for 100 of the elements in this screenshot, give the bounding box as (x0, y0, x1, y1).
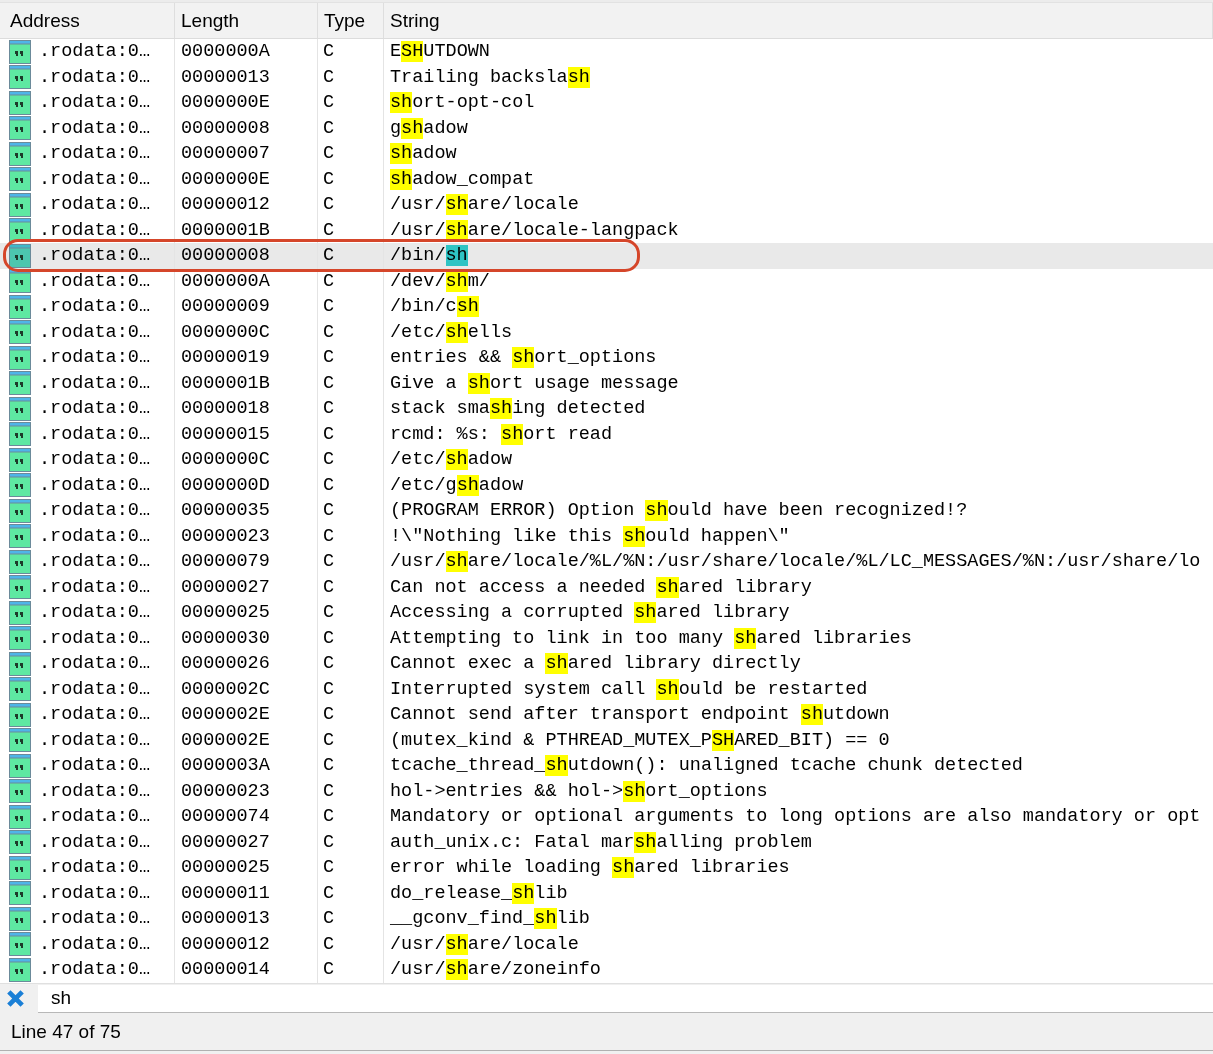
table-row[interactable]: .rodata:0… 0000000A C ESHUTDOWN (0, 39, 1213, 65)
type-cell-text: C (323, 626, 335, 651)
length-cell-text: 00000035 (181, 499, 270, 524)
table-row[interactable]: .rodata:0… 0000003A C tcache_thread_shutdown(): unaligned tcache chunk detected (0, 753, 1213, 779)
type-cell-text: C (323, 728, 335, 753)
table-row[interactable]: .rodata:0… 00000023 C !\"Nothing like this should happen\" (0, 523, 1213, 549)
type-cell-text: C (323, 295, 335, 320)
length-cell-text: 0000000D (181, 473, 270, 498)
type-cell-text: C (323, 167, 335, 192)
table-row[interactable]: .rodata:0… 00000025 C Accessing a corrupted shared library (0, 600, 1213, 626)
close-icon[interactable] (6, 989, 25, 1008)
string-cell-text: shadow (390, 142, 457, 167)
address-cell-text: .rodata:0… (39, 601, 151, 626)
quote-document-icon (9, 855, 31, 880)
table-row[interactable]: .rodata:0… 00000013 C __gconv_find_shlib (0, 906, 1213, 932)
table-row[interactable]: .rodata:0… 00000015 C rcmd: %s: short read (0, 421, 1213, 447)
quote-document-icon (9, 728, 31, 753)
table-row[interactable]: .rodata:0… 00000035 C (PROGRAM ERROR) Option should have been recognized!? (0, 498, 1213, 524)
length-cell-text: 0000002E (181, 703, 270, 728)
length-cell-text: 00000027 (181, 575, 270, 600)
quote-document-icon (9, 549, 31, 574)
table-row[interactable]: .rodata:0… 00000026 C Cannot exec a shared library directly (0, 651, 1213, 677)
type-cell-text: C (323, 116, 335, 141)
column-header[interactable]: Length (181, 9, 240, 32)
table-row[interactable]: .rodata:0… 00000013 C Trailing backslash (0, 64, 1213, 90)
length-cell-text: 00000018 (181, 397, 270, 422)
address-cell-text: .rodata:0… (39, 881, 151, 906)
table-row[interactable]: .rodata:0… 0000001B C Give a short usage message (0, 370, 1213, 396)
table-row[interactable]: .rodata:0… 00000019 C entries && short_options (0, 345, 1213, 371)
address-cell-text: .rodata:0… (39, 907, 151, 932)
table-row[interactable]: .rodata:0… 0000000A C /dev/shm/ (0, 268, 1213, 294)
length-cell-text: 00000007 (181, 142, 270, 167)
string-cell-text: !\"Nothing like this should happen\" (390, 524, 790, 549)
address-cell-text: .rodata:0… (39, 932, 151, 957)
table-row[interactable]: .rodata:0… 0000000E C short-opt-col (0, 90, 1213, 116)
string-cell-text: /usr/share/locale-langpack (390, 218, 679, 243)
address-cell-text: .rodata:0… (39, 856, 151, 881)
string-cell-text: ESHUTDOWN (390, 40, 490, 65)
table-row[interactable]: .rodata:0… 0000000E C shadow_compat (0, 166, 1213, 192)
table-row[interactable]: .rodata:0… 00000008 C gshadow (0, 115, 1213, 141)
string-cell-text: auth_unix.c: Fatal marshalling problem (390, 830, 812, 855)
quote-document-icon (9, 575, 31, 600)
table-row[interactable]: .rodata:0… 00000079 C /usr/share/locale/%L/%N:/usr/share/locale/%L/LC_MESSAGES/%N:/usr/share/lo (0, 549, 1213, 575)
type-cell-text: C (323, 346, 335, 371)
length-cell-text: 00000009 (181, 295, 270, 320)
length-cell-text: 00000026 (181, 652, 270, 677)
type-cell-text: C (323, 703, 335, 728)
table-row[interactable]: .rodata:0… 00000074 C Mandatory or optional arguments to long options are also mandatory or opt (0, 804, 1213, 830)
table-row[interactable]: .rodata:0… 00000023 C hol->entries && hol->short_options (0, 778, 1213, 804)
address-cell-text: .rodata:0… (39, 116, 151, 141)
table-row[interactable]: .rodata:0… 00000009 C /bin/csh (0, 294, 1213, 320)
table-row[interactable]: .rodata:0… 00000027 C auth_unix.c: Fatal marshalling problem (0, 829, 1213, 855)
type-cell-text: C (323, 575, 335, 600)
table-row[interactable]: .rodata:0… 0000000C C /etc/shadow (0, 447, 1213, 473)
table-row[interactable]: .rodata:0… 0000002C C Interrupted system call should be restarted (0, 676, 1213, 702)
address-cell-text: .rodata:0… (39, 244, 151, 269)
table-row[interactable]: .rodata:0… 00000030 C Attempting to link in too many shared libraries (0, 625, 1213, 651)
length-cell-text: 00000011 (181, 881, 270, 906)
type-cell-text: C (323, 805, 335, 830)
length-cell-text: 00000013 (181, 907, 270, 932)
table-row[interactable]: .rodata:0… 0000002E C Cannot send after transport endpoint shutdown (0, 702, 1213, 728)
table-row[interactable]: .rodata:0… 00000012 C /usr/share/locale (0, 192, 1213, 218)
address-cell-text: .rodata:0… (39, 167, 151, 192)
string-cell-text: Cannot send after transport endpoint shutdown (390, 703, 890, 728)
address-cell-text: .rodata:0… (39, 473, 151, 498)
table-row[interactable]: .rodata:0… 00000014 C /usr/share/zoneinfo (0, 957, 1213, 983)
type-cell-text: C (323, 473, 335, 498)
length-cell-text: 00000008 (181, 116, 270, 141)
length-cell-text: 00000023 (181, 779, 270, 804)
quote-document-icon (9, 830, 31, 855)
table-row[interactable]: .rodata:0… 00000025 C error while loading shared libraries (0, 855, 1213, 881)
quote-document-icon (9, 702, 31, 727)
length-cell-text: 00000015 (181, 422, 270, 447)
type-cell-text: C (323, 397, 335, 422)
string-cell-text: /etc/shells (390, 320, 513, 345)
address-cell-text: .rodata:0… (39, 575, 151, 600)
quote-document-icon (9, 881, 31, 906)
type-cell-text: C (323, 448, 335, 473)
string-cell-text: Attempting to link in too many shared libraries (390, 626, 912, 651)
column-header[interactable]: Address (10, 9, 80, 32)
column-header[interactable]: String (390, 9, 440, 32)
length-cell-text: 00000013 (181, 65, 270, 90)
address-cell-text: .rodata:0… (39, 703, 151, 728)
address-cell-text: .rodata:0… (39, 346, 151, 371)
column-header[interactable]: Type (324, 9, 366, 32)
filter-field[interactable]: sh (38, 984, 1213, 1013)
quote-document-icon (9, 243, 31, 268)
string-cell-text: rcmd: %s: short read (390, 422, 613, 447)
length-cell-text: 00000012 (181, 193, 270, 218)
type-cell-text: C (323, 677, 335, 702)
table-row[interactable]: .rodata:0… 00000011 C do_release_shlib (0, 880, 1213, 906)
string-cell-text: Accessing a corrupted shared library (390, 601, 790, 626)
table-row[interactable]: .rodata:0… 00000012 C /usr/share/locale (0, 931, 1213, 957)
type-cell-text: C (323, 601, 335, 626)
table-row[interactable]: .rodata:0… 00000007 C shadow (0, 141, 1213, 167)
type-cell-text: C (323, 193, 335, 218)
quote-document-icon (9, 345, 31, 370)
table-row[interactable]: .rodata:0… 0000000C C /etc/shells (0, 319, 1213, 345)
table-row[interactable]: .rodata:0… 00000027 C Can not access a needed shared library (0, 574, 1213, 600)
table-row[interactable]: .rodata:0… 0000000D C /etc/gshadow (0, 472, 1213, 498)
